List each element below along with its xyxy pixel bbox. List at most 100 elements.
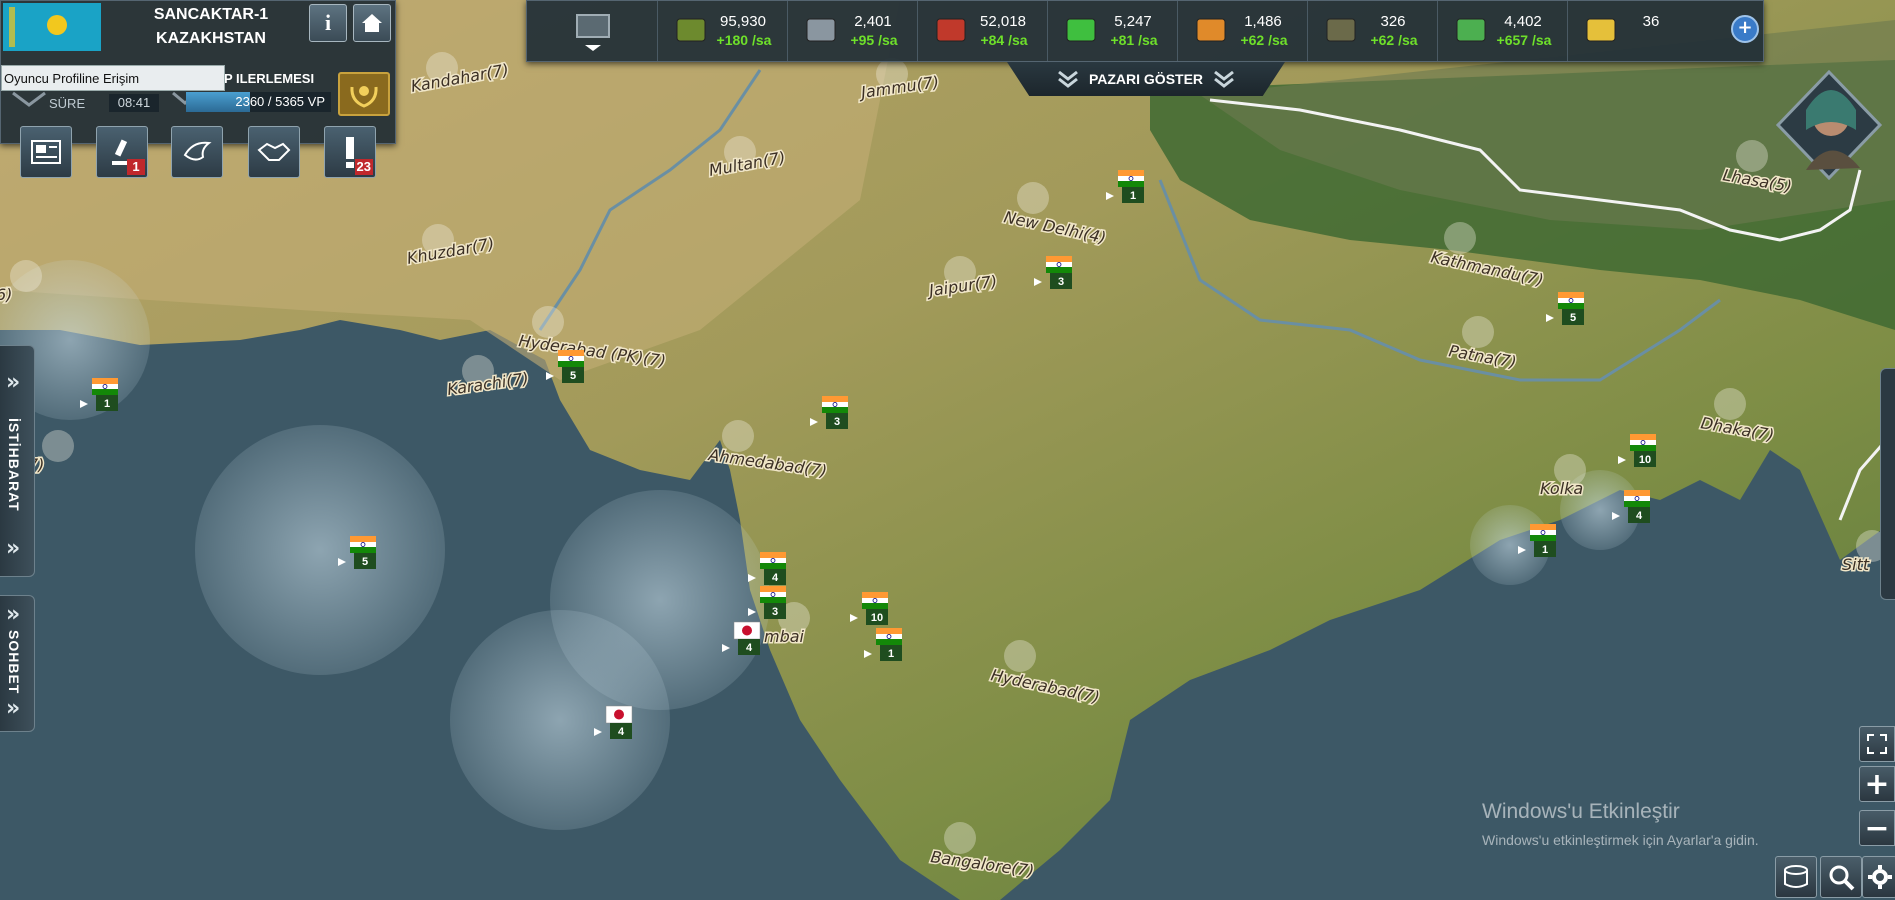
minus-icon: −: [1864, 810, 1890, 846]
cash-icon: [1456, 18, 1486, 42]
resource-value: 52,018: [980, 13, 1026, 30]
india-flag-icon: [760, 552, 786, 569]
laurel-icon: [350, 86, 378, 108]
city-label: Kolka: [1540, 479, 1583, 498]
time-value: 08:41: [109, 94, 159, 112]
chevron-right-icon: »: [6, 696, 21, 721]
unit-count: 10: [871, 612, 883, 624]
resource-components[interactable]: 2,401 +95 /sa: [787, 1, 918, 61]
india-flag-icon: [350, 536, 376, 553]
chat-tab[interactable]: » SOHBET »: [0, 595, 35, 732]
activation-watermark-subtitle: Windows'u etkinleştirmek için Ayarlar'a …: [1482, 832, 1759, 848]
resource-manpower[interactable]: 326 +62 /sa: [1307, 1, 1438, 61]
intel-tab[interactable]: » İSTİHBARAT »: [0, 345, 35, 577]
market-toggle-button[interactable]: PAZARI GÖSTER: [1007, 62, 1285, 96]
sonar-range: [550, 490, 770, 710]
resource-electronics[interactable]: 5,247 +81 /sa: [1047, 1, 1178, 61]
advisor-avatar[interactable]: [1776, 70, 1882, 180]
resource-bar: 95,930 +180 /sa 2,401 +95 /sa 52,018 +84 /sa 5…: [526, 0, 1764, 62]
diplomacy-button[interactable]: [171, 126, 223, 178]
resource-value: 1,486: [1244, 13, 1282, 30]
layers-icon: [1784, 865, 1808, 888]
victory-progress-bar[interactable]: 2360 / 5365 VP: [186, 92, 331, 112]
resource-value: 36: [1642, 13, 1660, 30]
resource-gold[interactable]: 36: [1567, 1, 1718, 61]
player-panel: SANCAKTAR-1 KAZAKHSTAN i Oyuncu Profilin…: [0, 0, 396, 144]
resource-rare-materials[interactable]: 1,486 +62 /sa: [1177, 1, 1308, 61]
resource-fuel[interactable]: 52,018 +84 /sa: [917, 1, 1048, 61]
dove-icon: [183, 141, 212, 161]
storage-button[interactable]: [527, 1, 657, 61]
city-icon: [42, 430, 74, 462]
sun-emblem-icon: [9, 7, 67, 47]
chevron-down-icon: [1214, 70, 1234, 88]
right-panel-handle[interactable]: [1880, 368, 1895, 600]
unit-count: 1: [888, 648, 894, 660]
india-flag-icon: [1558, 292, 1584, 309]
resource-rate: +84 /sa: [980, 32, 1028, 48]
resource-value: 2,401: [854, 13, 892, 30]
alerts-button[interactable]: 23: [324, 126, 376, 178]
progress-text: 2360 / 5365 VP: [235, 94, 325, 109]
india-flag-icon: [1630, 434, 1656, 451]
chevron-right-icon: »: [6, 602, 21, 627]
resource-money[interactable]: 4,402 +657 /sa: [1437, 1, 1568, 61]
gold-bars-icon: [1586, 18, 1616, 42]
unit-count: 3: [834, 416, 840, 428]
progress-title: KIP ILERLEMESI: [211, 71, 315, 86]
alerts-badge: 23: [354, 159, 373, 175]
layers-button[interactable]: [1775, 856, 1817, 898]
handshake-icon: [257, 142, 291, 161]
india-flag-icon: [92, 378, 118, 395]
gear-icon: [806, 18, 836, 42]
plus-icon: +: [1864, 766, 1890, 802]
fullscreen-icon: [1867, 734, 1887, 754]
city-icon: [10, 260, 42, 292]
resource-rate: +62 /sa: [1240, 32, 1288, 48]
rocket-icon: [1196, 18, 1226, 42]
resource-supplies[interactable]: 95,930 +180 /sa: [657, 1, 788, 61]
alliance-button[interactable]: [248, 126, 300, 178]
player-name[interactable]: SANCAKTAR-1 KAZAKHSTAN: [111, 3, 311, 51]
unit-count: 4: [618, 726, 625, 738]
research-button[interactable]: 1: [96, 126, 148, 178]
info-icon: i: [324, 10, 332, 35]
japan-flag-icon: [733, 621, 761, 640]
fullscreen-button[interactable]: [1859, 726, 1895, 762]
unit-count: 5: [362, 556, 368, 568]
activation-watermark-title: Windows'u Etkinleştir: [1482, 800, 1680, 823]
research-badge: 1: [127, 159, 145, 175]
india-flag-icon: [558, 350, 584, 367]
laurel-button[interactable]: [338, 72, 390, 116]
newspaper-icon: [31, 140, 61, 164]
zoom-in-button[interactable]: +: [1859, 766, 1895, 802]
player-country: KAZAKHSTAN: [156, 30, 266, 47]
kazakhstan-flag[interactable]: [3, 3, 101, 51]
city-label: mbai: [764, 627, 805, 646]
storage-crate-icon: [576, 14, 610, 51]
city-icon: [1004, 640, 1036, 672]
unit-count: 4: [772, 572, 779, 584]
profile-tooltip: Oyuncu Profiline Erişim: [1, 65, 225, 91]
unit-count: 3: [772, 606, 778, 618]
unit-count: 3: [1058, 276, 1064, 288]
unit-count: 5: [570, 370, 576, 382]
market-label: PAZARI GÖSTER: [1088, 71, 1204, 87]
zoom-out-button[interactable]: −: [1859, 810, 1895, 846]
settings-button[interactable]: [1862, 856, 1895, 898]
search-icon: [1829, 865, 1855, 891]
search-button[interactable]: [1820, 856, 1862, 898]
resource-value: 4,402: [1504, 13, 1542, 30]
jerrycan-icon: [936, 18, 966, 42]
player-username: SANCAKTAR-1: [153, 6, 269, 23]
resource-value: 5,247: [1114, 13, 1152, 30]
info-button[interactable]: i: [309, 4, 347, 42]
circuit-icon: [1066, 18, 1096, 42]
india-flag-icon: [1046, 256, 1072, 273]
home-button[interactable]: [353, 4, 391, 42]
buy-gold-button[interactable]: +: [1731, 15, 1759, 43]
unit-count: 4: [746, 642, 753, 654]
newspaper-button[interactable]: [20, 126, 72, 178]
intel-tab-label: İSTİHBARAT: [6, 418, 22, 512]
resource-rate: +81 /sa: [1110, 32, 1158, 48]
